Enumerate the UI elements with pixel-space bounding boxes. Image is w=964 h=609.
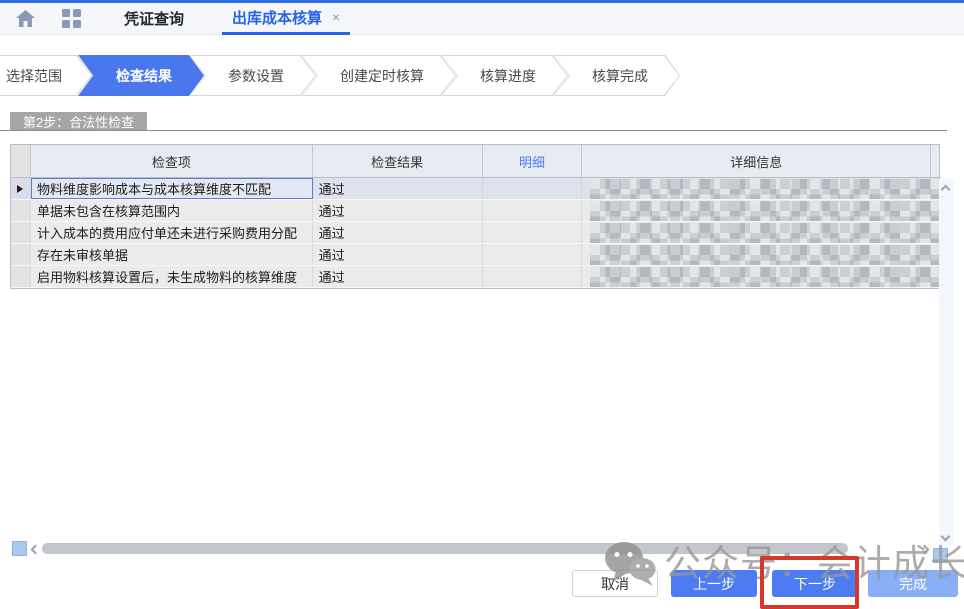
step-check-result: 检查结果 bbox=[78, 55, 204, 96]
tab-label: 凭证查询 bbox=[124, 8, 184, 29]
censored-mosaic bbox=[590, 201, 939, 221]
detail-cell[interactable] bbox=[483, 222, 583, 243]
row-indicator-header bbox=[11, 145, 31, 177]
wizard-steps: 选择范围 检查结果 参数设置 创建定时核算 核算进度 核算完成 bbox=[0, 55, 680, 96]
detail-info-cell bbox=[582, 266, 939, 287]
scroll-right-icon[interactable] bbox=[920, 545, 930, 555]
top-tab-bar: 凭证查询 出库成本核算 × bbox=[0, 0, 964, 35]
table-row[interactable]: 启用物料核算设置后，未生成物料的核算维度 通过 bbox=[11, 266, 939, 288]
next-step-button[interactable]: 下一步 bbox=[772, 570, 858, 597]
home-icon-glyph bbox=[16, 10, 35, 27]
horizontal-scrollbar-thumb[interactable] bbox=[42, 543, 848, 554]
scroll-corner-left[interactable] bbox=[12, 541, 27, 556]
check-result-cell: 通过 bbox=[313, 244, 483, 265]
table-body: 物料维度影响成本与成本核算维度不匹配 通过 单据未包含在核算范围内 通过 计入成… bbox=[11, 178, 939, 288]
censored-mosaic bbox=[590, 223, 939, 243]
column-header-detail-info: 详细信息 bbox=[582, 145, 931, 177]
tab-outbound-cost-accounting[interactable]: 出库成本核算 × bbox=[222, 3, 350, 35]
finish-button[interactable]: 完成 bbox=[868, 570, 958, 597]
check-item-cell: 启用物料核算设置后，未生成物料的核算维度 bbox=[31, 266, 313, 287]
step-banner: 第2步：合法性检查 bbox=[10, 112, 147, 131]
check-item-cell: 计入成本的费用应付单还未进行采购费用分配 bbox=[31, 222, 313, 243]
check-result-cell: 通过 bbox=[313, 200, 483, 221]
check-result-cell: 通过 bbox=[313, 266, 483, 287]
row-indicator-cell bbox=[11, 244, 31, 265]
table-row[interactable]: 单据未包含在核算范围内 通过 bbox=[11, 200, 939, 222]
check-result-cell: 通过 bbox=[313, 222, 483, 243]
column-header-check-result: 检查结果 bbox=[313, 145, 483, 177]
detail-info-cell bbox=[582, 178, 939, 199]
row-indicator-cell bbox=[11, 178, 31, 199]
step-select-range: 选择范围 bbox=[0, 55, 92, 96]
column-header-detail-link[interactable]: 明细 bbox=[483, 145, 583, 177]
step-create-scheduled: 创建定时核算 bbox=[302, 55, 456, 96]
step-progress: 核算进度 bbox=[442, 55, 568, 96]
banner-divider bbox=[0, 130, 947, 131]
row-indicator-cell bbox=[11, 200, 31, 221]
table-row[interactable]: 存在未审核单据 通过 bbox=[11, 244, 939, 266]
cancel-button[interactable]: 取消 bbox=[572, 570, 658, 597]
table-row[interactable]: 物料维度影响成本与成本核算维度不匹配 通过 bbox=[11, 178, 939, 200]
row-pointer-icon bbox=[17, 185, 23, 193]
header-filler bbox=[931, 145, 939, 177]
table-header: 检查项 检查结果 明细 详细信息 bbox=[11, 145, 939, 178]
app-grid-icon[interactable] bbox=[60, 8, 82, 30]
column-header-check-item: 检查项 bbox=[31, 145, 313, 177]
check-item-cell: 存在未审核单据 bbox=[31, 244, 313, 265]
scroll-corner-right[interactable] bbox=[933, 548, 948, 563]
detail-cell[interactable] bbox=[483, 244, 583, 265]
app-window: 凭证查询 出库成本核算 × 选择范围 检查结果 参数设置 创建定时核算 核算进度… bbox=[0, 0, 964, 609]
home-icon[interactable] bbox=[14, 8, 36, 30]
tab-label: 出库成本核算 bbox=[232, 7, 322, 28]
row-indicator-cell bbox=[11, 222, 31, 243]
detail-info-cell bbox=[582, 244, 939, 265]
detail-info-cell bbox=[582, 200, 939, 221]
check-result-table: 检查项 检查结果 明细 详细信息 物料维度影响成本与成本核算维度不匹配 通过 单… bbox=[10, 144, 940, 289]
prev-step-button[interactable]: 上一步 bbox=[671, 570, 757, 597]
detail-cell[interactable] bbox=[483, 200, 583, 221]
censored-mosaic bbox=[590, 245, 939, 265]
close-tab-icon[interactable]: × bbox=[332, 9, 340, 25]
step-complete: 核算完成 bbox=[554, 55, 680, 96]
check-item-cell: 物料维度影响成本与成本核算维度不匹配 bbox=[31, 178, 313, 199]
censored-mosaic bbox=[590, 267, 939, 287]
check-item-cell: 单据未包含在核算范围内 bbox=[31, 200, 313, 221]
detail-cell[interactable] bbox=[483, 266, 583, 287]
scroll-left-icon[interactable] bbox=[31, 545, 41, 555]
row-indicator-cell bbox=[11, 266, 31, 287]
vertical-scrollbar[interactable] bbox=[939, 179, 954, 545]
censored-mosaic bbox=[590, 179, 939, 199]
detail-info-cell bbox=[582, 222, 939, 243]
tab-voucher-query[interactable]: 凭证查询 bbox=[120, 3, 188, 35]
step-parameter-setting: 参数设置 bbox=[190, 55, 316, 96]
table-row[interactable]: 计入成本的费用应付单还未进行采购费用分配 通过 bbox=[11, 222, 939, 244]
check-result-cell: 通过 bbox=[313, 178, 483, 199]
detail-cell[interactable] bbox=[483, 178, 583, 199]
